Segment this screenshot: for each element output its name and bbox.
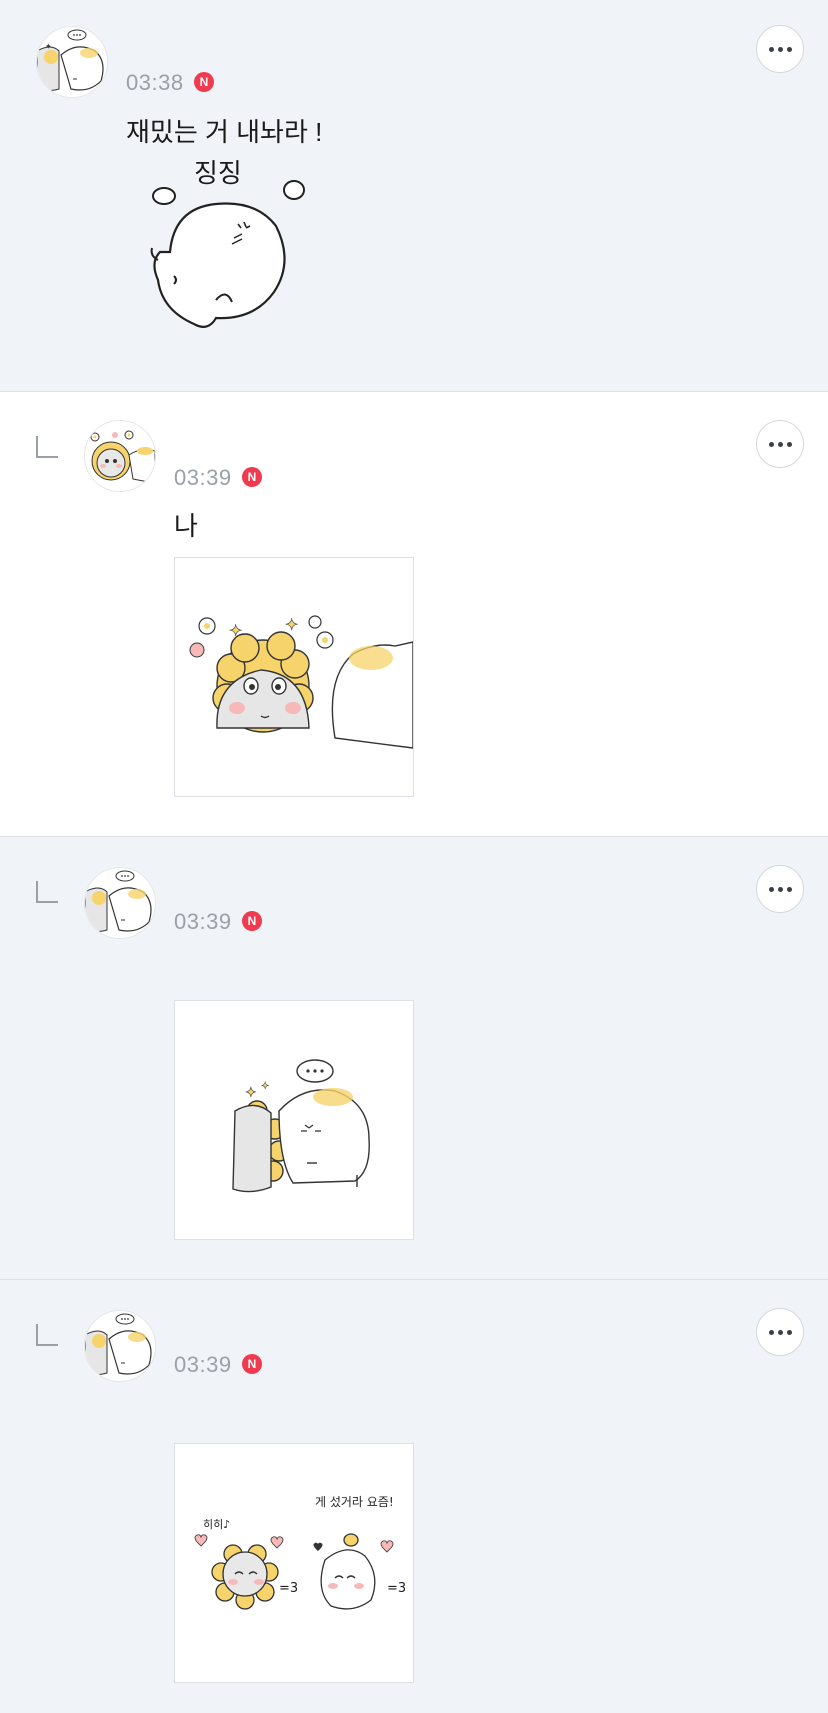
- new-badge: N: [242, 911, 262, 931]
- sticker-text-right: 게 섰거라 요즘!: [315, 1495, 394, 1509]
- new-badge: N: [242, 1354, 262, 1374]
- reply-arrow-icon: [36, 1324, 58, 1346]
- avatar[interactable]: ✦: [36, 26, 108, 98]
- comment-time: 03:39: [174, 465, 232, 490]
- svg-text:✦: ✦: [229, 623, 242, 640]
- comment-time: 03:38: [126, 70, 184, 95]
- new-badge: N: [194, 72, 214, 92]
- more-dot-icon: [777, 1329, 783, 1335]
- sticker-image[interactable]: ✦ ✦: [174, 557, 414, 797]
- sticker-text-puff: =3: [387, 1581, 406, 1596]
- avatar[interactable]: [84, 420, 156, 492]
- more-dot-icon: [777, 441, 783, 447]
- comment-4: 03:39 N 히히♪ 게 섰거라 요즘! =3 =3: [0, 1280, 828, 1713]
- more-options-button[interactable]: [756, 1308, 804, 1356]
- more-dot-icon: [768, 46, 774, 52]
- comment-time: 03:39: [174, 909, 232, 934]
- avatar[interactable]: [84, 867, 156, 939]
- new-badge: N: [242, 467, 262, 487]
- svg-text:✦: ✦: [261, 1081, 269, 1092]
- round-white-creature-sticker-icon[interactable]: 징징: [146, 152, 316, 352]
- svg-text:✦: ✦: [245, 1084, 257, 1100]
- comment-3: 03:39 N ✦ ✦: [0, 837, 828, 1279]
- comment-text: 재밌는 거 내놔라 !: [126, 117, 323, 147]
- sticker-avatar-pair-icon: [85, 1311, 155, 1381]
- more-dot-icon: [777, 886, 783, 892]
- creatures-with-hearts-sticker-icon: 히히♪ 게 섰거라 요즘! =3 =3: [194, 1495, 406, 1610]
- sticker-text-left: 히히♪: [203, 1517, 230, 1531]
- reply-arrow-icon: [36, 881, 58, 903]
- more-dot-icon: [786, 46, 792, 52]
- sunflower-creature-sticker-icon: ✦ ✦: [189, 615, 414, 749]
- sunflower-creature-avatar-icon: [85, 421, 155, 491]
- avatar[interactable]: [84, 1310, 156, 1382]
- more-dot-icon: [777, 46, 783, 52]
- comment-text: 나: [174, 511, 198, 541]
- more-dot-icon: [786, 1329, 792, 1335]
- svg-text:✦: ✦: [45, 42, 52, 51]
- sticker-caption: 징징: [194, 159, 242, 189]
- sticker-text-puff: =3: [279, 1581, 298, 1596]
- more-dot-icon: [786, 441, 792, 447]
- more-dot-icon: [786, 886, 792, 892]
- reply-arrow-icon: [36, 436, 58, 458]
- sticker-avatar-pair-icon: ✦: [37, 27, 107, 97]
- comment-2: 03:39 N 나 ✦ ✦: [0, 392, 828, 836]
- more-options-button[interactable]: [756, 420, 804, 468]
- more-options-button[interactable]: [756, 865, 804, 913]
- comment-1: ✦ 03:38 N 재밌는 거 내놔라 ! 징징: [0, 0, 828, 391]
- two-creatures-sticker-icon: ✦ ✦: [232, 1059, 370, 1193]
- sticker-avatar-pair-icon: [85, 868, 155, 938]
- more-dot-icon: [768, 1329, 774, 1335]
- comment-time: 03:39: [174, 1352, 232, 1377]
- sticker-image[interactable]: ✦ ✦: [174, 1000, 414, 1240]
- more-options-button[interactable]: [756, 25, 804, 73]
- more-dot-icon: [768, 441, 774, 447]
- svg-text:✦: ✦: [285, 617, 298, 634]
- more-dot-icon: [768, 886, 774, 892]
- sticker-image[interactable]: 히히♪ 게 섰거라 요즘! =3 =3: [174, 1443, 414, 1683]
